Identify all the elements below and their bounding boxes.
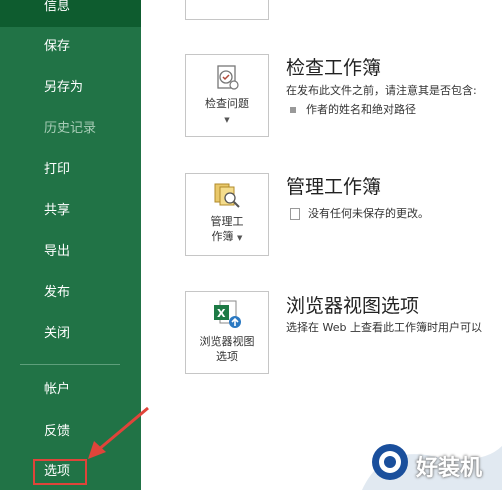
nav-item-save[interactable]: 保存 xyxy=(0,26,141,67)
partial-card-top[interactable] xyxy=(185,0,269,20)
inspect-bullet: 作者的姓名和绝对路径 xyxy=(290,101,416,117)
nav-item-history: 历史记录 xyxy=(44,121,97,136)
excel-web-icon: X xyxy=(214,300,241,328)
document-icon xyxy=(290,208,300,220)
inspect-bullet-text: 作者的姓名和绝对路径 xyxy=(306,103,416,116)
chevron-down-icon: ▼ xyxy=(237,234,243,242)
backstage-sidebar: 信息 保存 另存为 历史记录 打印 共享 导出 发布 关闭 帐户 反馈 选项 xyxy=(0,0,141,490)
browser-view-label-1: 浏览器视图 xyxy=(199,335,255,348)
manage-workbook-label-2-text: 作簿 xyxy=(211,230,234,243)
nav-item-print[interactable]: 打印 xyxy=(0,149,141,190)
bullet-square-icon xyxy=(290,107,296,113)
nav-item-account[interactable]: 帐户 xyxy=(0,369,141,410)
inspect-workbook-title: 检查工作簿 xyxy=(286,57,382,79)
browser-view-description: 选择在 Web 上查看此工作簿时用户可以 xyxy=(286,321,482,334)
inspect-issues-button[interactable]: 检查问题 ▼ xyxy=(185,54,269,137)
manage-bullet: 没有任何未保存的更改。 xyxy=(290,205,429,221)
browser-view-label-2: 选项 xyxy=(216,350,238,363)
nav-item-feedback[interactable]: 反馈 xyxy=(0,411,141,452)
manage-bullet-text: 没有任何未保存的更改。 xyxy=(308,207,429,220)
nav-item-close[interactable]: 关闭 xyxy=(0,313,141,354)
inspect-document-icon xyxy=(217,65,239,90)
manage-workbook-label-1: 管理工 xyxy=(210,215,244,228)
chevron-down-icon: ▼ xyxy=(224,116,230,124)
watermark-text: 好装机 xyxy=(416,456,483,481)
browser-view-options-button[interactable]: X 浏览器视图 选项 xyxy=(185,291,269,374)
manage-documents-icon xyxy=(214,183,240,208)
nav-item-share[interactable]: 共享 xyxy=(0,190,141,231)
svg-text:X: X xyxy=(217,307,226,320)
browser-view-title: 浏览器视图选项 xyxy=(286,295,420,317)
options-highlight-box xyxy=(33,459,87,485)
inspect-issues-label: 检查问题 xyxy=(205,97,249,110)
nav-item-info[interactable]: 信息 xyxy=(0,0,141,27)
manage-workbook-button[interactable]: 管理工 作簿 ▼ xyxy=(185,173,269,256)
nav-item-save-as[interactable]: 另存为 xyxy=(0,67,141,108)
manage-workbook-label-2: 作簿 ▼ xyxy=(186,230,268,245)
nav-divider xyxy=(20,364,120,365)
nav-item-publish[interactable]: 发布 xyxy=(0,272,141,313)
inspect-workbook-description: 在发布此文件之前，请注意其是否包含: xyxy=(286,84,477,97)
manage-workbook-title: 管理工作簿 xyxy=(286,176,382,198)
nav-item-export[interactable]: 导出 xyxy=(0,231,141,272)
